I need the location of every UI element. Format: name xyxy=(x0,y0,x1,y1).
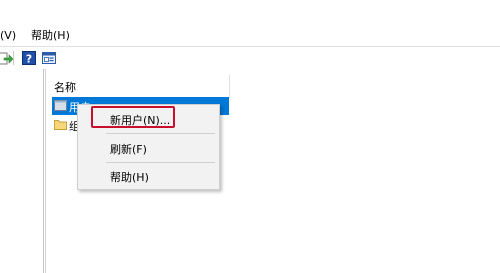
menu-view[interactable]: (V) xyxy=(0,28,16,44)
context-menu-separator xyxy=(106,162,215,163)
users-folder-icon xyxy=(54,99,67,111)
column-header-name[interactable]: 名称 xyxy=(52,75,230,98)
context-menu-item-label: 刷新(F) xyxy=(110,143,147,156)
menu-bar: (V) 帮助(H) xyxy=(0,27,500,45)
context-menu-separator xyxy=(106,133,215,134)
highlight-annotation xyxy=(91,106,175,128)
menu-help[interactable]: 帮助(H) xyxy=(31,28,70,44)
toolbar: ? xyxy=(0,46,500,70)
context-menu-item-label: 帮助(H) xyxy=(110,171,149,184)
context-menu-refresh[interactable]: 刷新(F) xyxy=(78,137,219,159)
svg-text:?: ? xyxy=(26,53,32,66)
toolbar-separator xyxy=(13,51,14,65)
help-icon[interactable]: ? xyxy=(21,50,37,66)
groups-folder-icon xyxy=(54,118,67,130)
export-icon[interactable] xyxy=(0,50,14,66)
tree-pane[interactable] xyxy=(0,69,44,273)
column-header-label: 名称 xyxy=(54,81,76,94)
context-menu-help[interactable]: 帮助(H) xyxy=(78,165,219,187)
properties-icon[interactable] xyxy=(41,50,57,66)
